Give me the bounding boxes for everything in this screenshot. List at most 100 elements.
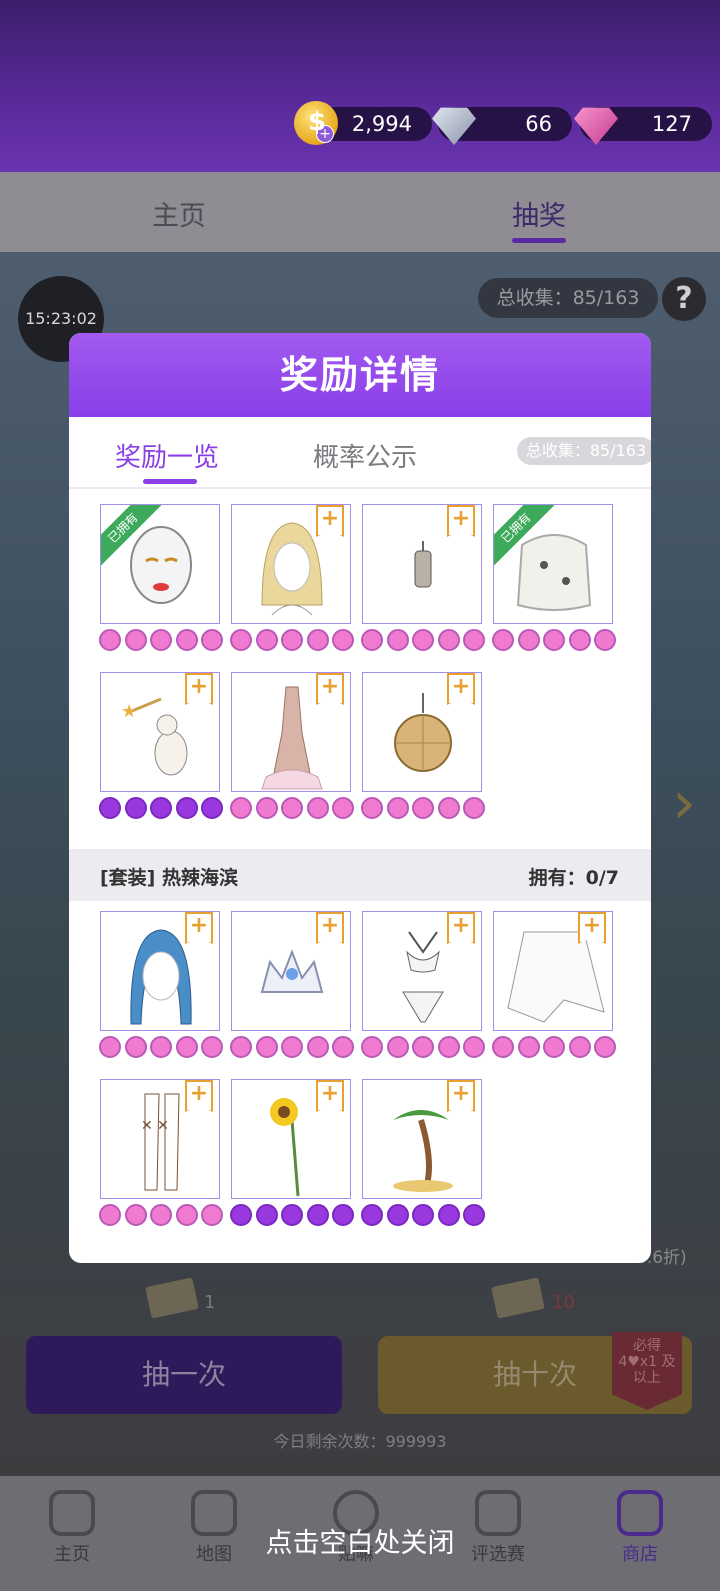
heart-icon xyxy=(255,1204,278,1226)
reward-item-swimsuit[interactable]: + xyxy=(362,911,482,1031)
rarity-hearts xyxy=(361,1204,485,1226)
heart-icon xyxy=(99,797,121,819)
rarity-hearts xyxy=(361,1036,485,1058)
reward-item-sunflower[interactable]: + xyxy=(231,1079,351,1199)
heart-icon xyxy=(201,1204,223,1226)
heart-icon xyxy=(230,797,252,819)
reward-item-earring[interactable]: + xyxy=(362,504,482,624)
heart-icon xyxy=(463,1036,485,1058)
rarity-hearts xyxy=(230,797,354,819)
rarity-hearts xyxy=(99,629,223,651)
heart-icon xyxy=(306,629,329,651)
heart-icon xyxy=(281,1036,303,1058)
total-collect-badge: 总收集：85/163 xyxy=(478,278,658,318)
reward-item-butterfly-boots[interactable]: ✕ ✕ + xyxy=(100,1079,220,1199)
heart-icon xyxy=(437,1036,460,1058)
heart-icon xyxy=(517,629,540,651)
heart-icon xyxy=(437,629,460,651)
heart-icon xyxy=(437,797,460,819)
heart-icon xyxy=(306,1204,329,1226)
heart-icon xyxy=(230,1036,252,1058)
diamond-icon xyxy=(432,107,476,145)
heart-icon xyxy=(281,629,303,651)
heart-icon xyxy=(412,797,434,819)
heart-icon xyxy=(306,797,329,819)
heart-icon xyxy=(543,629,565,651)
coin-icon: + xyxy=(294,101,338,145)
rarity-hearts xyxy=(361,629,485,651)
ticket-cost-one: 1 xyxy=(204,1292,216,1313)
heart-icon xyxy=(332,797,354,819)
chevron-right-icon[interactable]: › xyxy=(672,768,706,838)
close-hint[interactable]: 点击空白处关闭 xyxy=(0,1521,720,1560)
add-coin-icon[interactable]: + xyxy=(316,125,334,143)
modal-title: 奖励详情 xyxy=(69,333,651,417)
reward-item-blue-hair[interactable]: + xyxy=(100,911,220,1031)
reward-item-lace-shawl[interactable]: + xyxy=(493,911,613,1031)
heart-icon xyxy=(255,1036,278,1058)
heart-icon xyxy=(543,1036,565,1058)
heart-icon xyxy=(201,629,223,651)
heart-icon xyxy=(281,1204,303,1226)
draw-once-button[interactable]: 抽一次 xyxy=(26,1336,342,1414)
reward-item-gown[interactable]: + xyxy=(231,672,351,792)
reward-item-cat-wand[interactable]: ★ + xyxy=(100,672,220,792)
set-name: [套装] 热辣海滨 xyxy=(100,867,238,889)
rarity-hearts xyxy=(230,1036,354,1058)
heart-icon xyxy=(175,1204,198,1226)
heart-icon xyxy=(175,797,198,819)
guarantee-badge: 必得 4♥x1 及以上 xyxy=(612,1332,682,1410)
heart-icon xyxy=(175,629,198,651)
rarity-hearts xyxy=(99,1204,223,1226)
reward-item-palm-tree[interactable]: + xyxy=(362,1079,482,1199)
rarity-hearts xyxy=(492,1036,616,1058)
heart-icon xyxy=(361,629,383,651)
heart-icon xyxy=(124,1204,147,1226)
heart-icon xyxy=(150,1036,172,1058)
reward-item-disco-ball[interactable]: + xyxy=(362,672,482,792)
set-owned-count: 拥有：0/7 xyxy=(528,867,619,889)
rarity-hearts xyxy=(230,1204,354,1226)
tab-probability[interactable]: 概率公示 xyxy=(313,437,417,474)
gem-value: 127 xyxy=(651,112,692,136)
tab-reward-list[interactable]: 奖励一览 xyxy=(115,437,219,474)
heart-icon xyxy=(201,797,223,819)
coin-value: 2,994 xyxy=(351,112,412,136)
tab-active-indicator xyxy=(512,238,566,243)
heart-icon xyxy=(99,629,121,651)
heart-icon xyxy=(412,1036,434,1058)
heart-icon xyxy=(412,629,434,651)
modal-tabs: 奖励一览 概率公示 总收集：85/163 xyxy=(69,417,651,489)
gem-icon xyxy=(574,107,618,145)
tab-home[interactable]: 主页 xyxy=(152,194,206,233)
heart-icon xyxy=(201,1036,223,1058)
heart-icon xyxy=(124,1036,147,1058)
collect-progress: 总收集：85/163 xyxy=(517,437,651,465)
heart-icon xyxy=(281,797,303,819)
remaining-draws: 今日剩余次数：999993 xyxy=(273,1432,447,1451)
heart-icon xyxy=(386,797,409,819)
heart-icon xyxy=(568,629,591,651)
heart-icon xyxy=(124,797,147,819)
reward-item-fur-coat[interactable]: 已拥有 xyxy=(493,504,613,624)
set-header: [套装] 热辣海滨 拥有：0/7 xyxy=(69,849,651,901)
reward-item-blonde-hair[interactable]: + xyxy=(231,504,351,624)
rarity-hearts xyxy=(492,629,616,651)
heart-icon xyxy=(124,629,147,651)
reward-item-makeup-face[interactable]: 已拥有 xyxy=(100,504,220,624)
reward-item-tiara[interactable]: + xyxy=(231,911,351,1031)
diamond-value: 66 xyxy=(525,112,552,136)
heart-icon xyxy=(594,629,616,651)
coin-balance[interactable]: + 2,994 xyxy=(294,101,432,145)
heart-icon xyxy=(150,1204,172,1226)
heart-icon xyxy=(255,629,278,651)
diamond-balance[interactable]: 66 xyxy=(432,107,572,145)
heart-icon xyxy=(230,629,252,651)
heart-icon xyxy=(150,797,172,819)
heart-icon xyxy=(175,1036,198,1058)
gem-balance[interactable]: 127 xyxy=(574,107,712,145)
tab-lottery[interactable]: 抽奖 xyxy=(512,194,566,233)
help-button[interactable]: ? xyxy=(662,277,706,321)
rarity-hearts xyxy=(99,1036,223,1058)
heart-icon xyxy=(437,1204,460,1226)
